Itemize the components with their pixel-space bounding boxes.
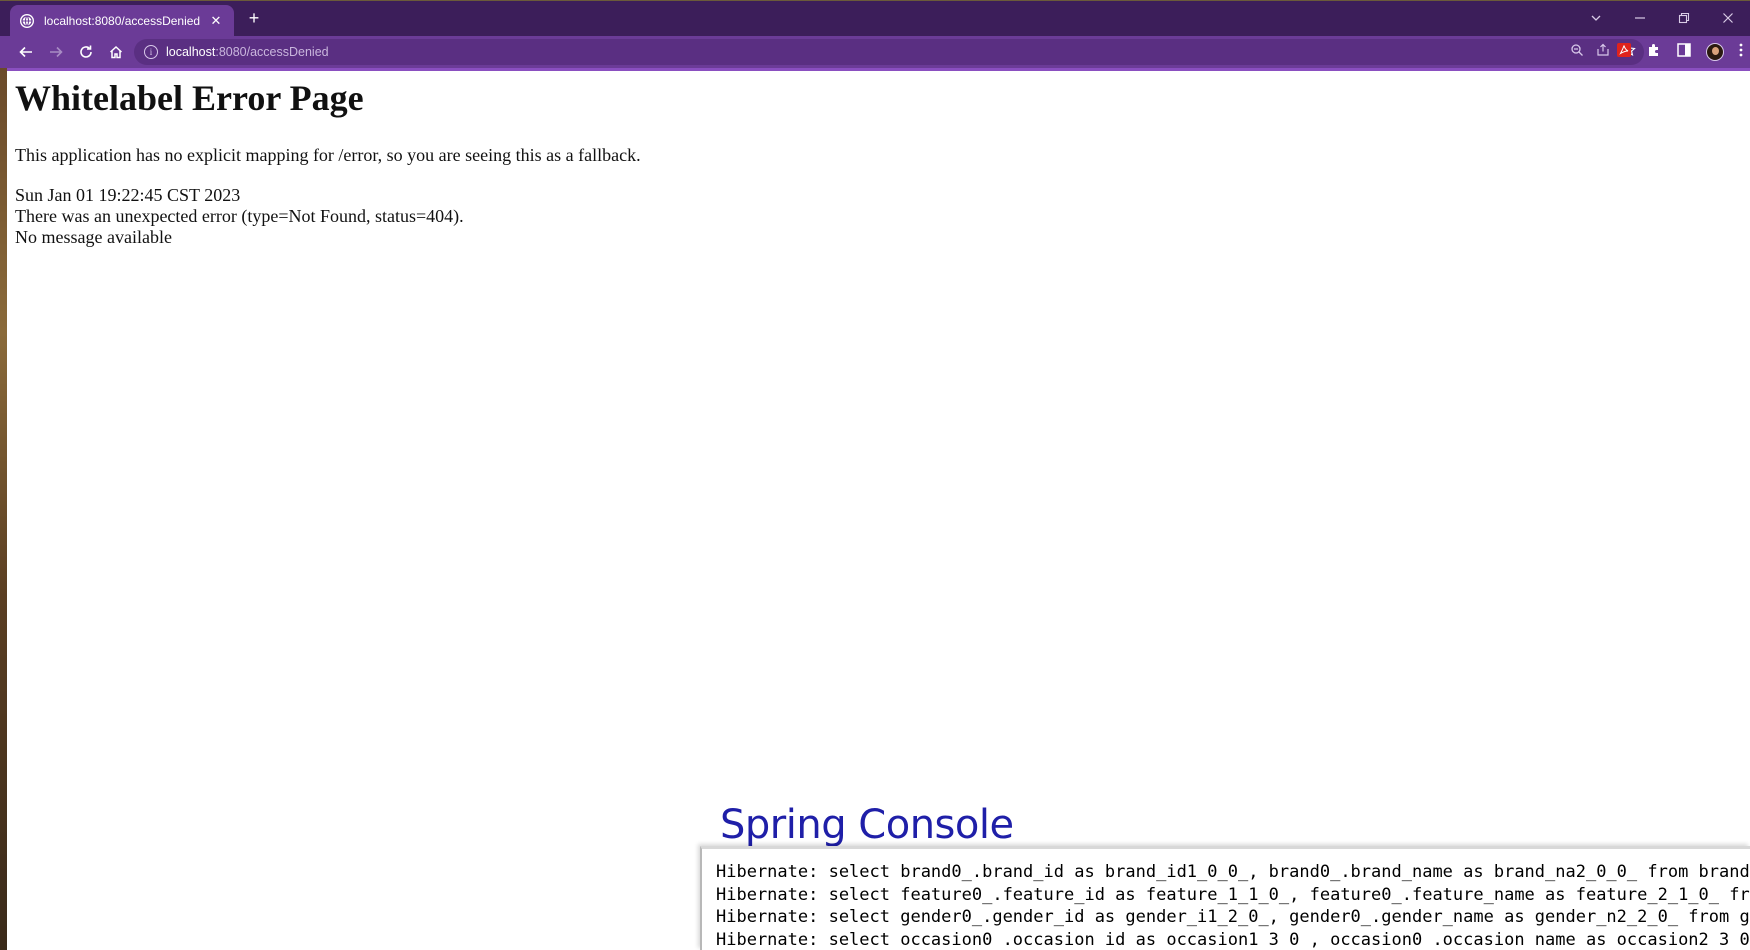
restore-icon[interactable] [1662, 1, 1706, 35]
browser-title-bar: localhost:8080/accessDenied ✕ + [0, 0, 1750, 37]
window-controls [1574, 1, 1750, 35]
back-arrow-icon[interactable] [12, 38, 40, 66]
home-icon[interactable] [102, 38, 130, 66]
address-host: localhost [166, 45, 216, 59]
site-info-icon[interactable]: i [144, 45, 158, 59]
tab-title: localhost:8080/accessDenied [44, 14, 201, 28]
side-panel-icon[interactable] [1676, 42, 1692, 63]
menu-kebab-icon[interactable] [1738, 42, 1744, 63]
desktop-background-edge [0, 68, 7, 950]
console-line: Hibernate: select gender0_.gender_id as … [716, 907, 1750, 927]
address-bar[interactable]: i localhost:8080/accessDenied [134, 39, 1644, 65]
minimize-icon[interactable] [1618, 1, 1662, 35]
tab-close-icon[interactable]: ✕ [208, 13, 224, 29]
error-timestamp: Sun Jan 01 19:22:45 CST 2023 [15, 185, 241, 205]
browser-tab-active[interactable]: localhost:8080/accessDenied ✕ [10, 5, 234, 37]
browser-toolbar: i localhost:8080/accessDenied [0, 36, 1750, 71]
error-description: This application has no explicit mapping… [15, 145, 641, 165]
error-details: Sun Jan 01 19:22:45 CST 2023 There was a… [15, 185, 464, 248]
error-status: There was an unexpected error (type=Not … [15, 206, 464, 226]
console-label: Spring Console [720, 802, 1014, 848]
zoom-icon[interactable] [1570, 43, 1584, 62]
close-window-icon[interactable] [1706, 1, 1750, 35]
new-tab-button[interactable]: + [244, 8, 264, 28]
console-line: Hibernate: select occasion0 .occasion id… [716, 929, 1750, 950]
console-header [702, 849, 1750, 857]
tab-search-chevron-icon[interactable] [1574, 1, 1618, 35]
console-line: Hibernate: select feature0_.feature_id a… [716, 884, 1750, 905]
console-line: Hibernate: select brand0_.brand_id as br… [716, 862, 1750, 882]
pdf-extension-icon[interactable] [1616, 42, 1632, 63]
reload-icon[interactable] [72, 38, 100, 66]
globe-icon [20, 14, 34, 28]
address-path: :8080/accessDenied [215, 45, 329, 59]
address-url: localhost:8080/accessDenied [166, 45, 329, 59]
extensions-puzzle-icon[interactable] [1646, 42, 1662, 63]
console-panel: Hibernate: select brand0_.brand_id as br… [700, 846, 1750, 950]
extensions-area [1616, 36, 1744, 68]
profile-avatar[interactable] [1706, 43, 1724, 61]
error-message: No message available [15, 227, 172, 247]
console-output: Hibernate: select brand0_.brand_id as br… [702, 857, 1750, 950]
page-title: Whitelabel Error Page [15, 78, 364, 118]
forward-arrow-icon[interactable] [42, 38, 70, 66]
share-icon[interactable] [1596, 43, 1610, 62]
